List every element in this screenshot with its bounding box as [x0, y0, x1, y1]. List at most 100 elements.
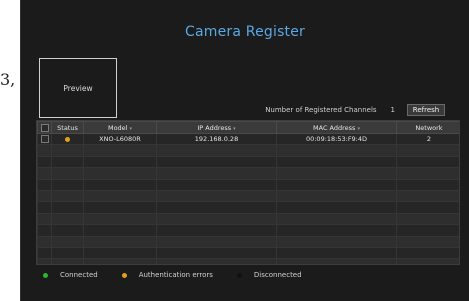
empty-cell	[51, 178, 84, 191]
empty-cell	[156, 246, 277, 260]
empty-cell	[51, 201, 84, 214]
empty-cell	[83, 178, 157, 191]
table-row-empty	[37, 144, 459, 157]
column-header-model-label: Model	[107, 123, 128, 132]
legend-disconnected: Disconnected	[236, 271, 302, 279]
empty-cell	[156, 167, 277, 180]
status-legend: Connected Authentication errors Disconne…	[43, 271, 326, 279]
empty-cell	[396, 178, 459, 191]
empty-cell	[83, 258, 157, 264]
empty-cell	[51, 235, 84, 248]
column-header-mac[interactable]: MAC Address ▾	[276, 121, 397, 134]
camera-register-dialog: Camera Register Preview Number of Regist…	[20, 0, 469, 301]
empty-cell	[396, 155, 459, 169]
select-all-checkbox[interactable]	[40, 123, 49, 132]
table-row-empty	[37, 246, 459, 260]
table-row-empty	[37, 167, 459, 180]
empty-cell	[51, 246, 84, 260]
empty-cell	[37, 167, 52, 180]
empty-cell	[156, 189, 277, 203]
ip-address-cell: 192.168.0.28	[156, 132, 277, 146]
sort-arrow-icon: ▾	[233, 125, 236, 132]
table-row-empty	[37, 235, 459, 248]
row-checkbox-cell[interactable]	[37, 132, 52, 146]
table-row-empty	[37, 212, 459, 226]
select-all-checkbox-cell[interactable]	[37, 121, 52, 134]
registered-channels-row: Number of Registered Channels 1 Refresh	[265, 104, 445, 116]
table-header-row: Status Model ▾ IP Address ▾ MAC Address ▾ N…	[37, 121, 459, 134]
empty-cell	[156, 212, 277, 226]
refresh-button[interactable]: Refresh	[407, 104, 445, 116]
model-cell: XNO-L6080R	[83, 132, 157, 146]
network-cell: 2	[396, 132, 459, 146]
connected-dot-icon	[43, 272, 48, 278]
empty-cell	[276, 258, 397, 264]
column-header-ip[interactable]: IP Address ▾	[156, 121, 277, 134]
table-row-empty	[37, 189, 459, 203]
column-header-ip-label: IP Address	[197, 123, 232, 132]
empty-cell	[51, 224, 84, 237]
empty-cell	[396, 201, 459, 214]
empty-cell	[37, 246, 52, 260]
empty-cell	[156, 258, 277, 264]
empty-cell	[83, 212, 157, 226]
preview-pane: Preview	[39, 58, 117, 118]
column-header-mac-label: MAC Address	[313, 123, 356, 132]
empty-cell	[83, 246, 157, 260]
registered-channels-label: Number of Registered Channels	[265, 106, 377, 114]
row-checkbox[interactable]	[40, 135, 49, 144]
legend-connected-label: Connected	[60, 271, 98, 279]
empty-cell	[37, 258, 52, 264]
empty-cell	[396, 224, 459, 237]
empty-cell	[37, 201, 52, 214]
empty-cell	[396, 246, 459, 260]
empty-cell	[51, 167, 84, 180]
status-cell	[51, 132, 84, 146]
empty-cell	[276, 201, 397, 214]
column-header-network[interactable]: Network	[396, 121, 459, 134]
empty-cell	[37, 212, 52, 226]
empty-cell	[37, 144, 52, 157]
mac-address-cell: 00:09:18:53:F9:4D	[276, 132, 397, 146]
empty-cell	[396, 189, 459, 203]
empty-cell	[276, 178, 397, 191]
empty-cell	[156, 224, 277, 237]
empty-cell	[276, 167, 397, 180]
disconnected-dot-icon	[236, 272, 242, 278]
empty-cell	[37, 235, 52, 248]
empty-cell	[276, 235, 397, 248]
empty-cell	[156, 201, 277, 214]
empty-cell	[37, 224, 52, 237]
empty-cell	[276, 212, 397, 226]
legend-auth-errors-label: Authentication errors	[138, 271, 213, 279]
empty-cell	[156, 178, 277, 191]
empty-cell	[83, 224, 157, 237]
column-header-status[interactable]: Status	[51, 121, 84, 134]
empty-cell	[156, 144, 277, 157]
table-row-empty	[37, 201, 459, 214]
empty-cell	[51, 212, 84, 226]
empty-cell	[83, 167, 157, 180]
camera-table: Status Model ▾ IP Address ▾ MAC Address ▾ N…	[36, 120, 460, 265]
table-row-empty	[37, 155, 459, 169]
auth-error-dot-icon	[121, 272, 127, 278]
empty-cell	[51, 155, 84, 169]
empty-cell	[276, 144, 397, 157]
empty-cell	[51, 144, 84, 157]
preview-label: Preview	[63, 83, 93, 93]
column-header-model[interactable]: Model ▾	[83, 121, 157, 134]
empty-cell	[83, 235, 157, 248]
legend-auth-errors: Authentication errors	[121, 271, 213, 279]
empty-cell	[83, 189, 157, 203]
empty-cell	[276, 155, 397, 169]
legend-disconnected-label: Disconnected	[253, 271, 302, 279]
table-row-empty	[37, 258, 459, 264]
empty-cell	[276, 246, 397, 260]
empty-cell	[37, 155, 52, 169]
empty-cell	[396, 144, 459, 157]
empty-cell	[276, 189, 397, 203]
table-row[interactable]: XNO-L6080R 192.168.0.28 00:09:18:53:F9:4D 2	[37, 132, 459, 146]
registered-channels-count: 1	[390, 106, 395, 114]
empty-cell	[156, 235, 277, 248]
empty-cell	[37, 178, 52, 191]
